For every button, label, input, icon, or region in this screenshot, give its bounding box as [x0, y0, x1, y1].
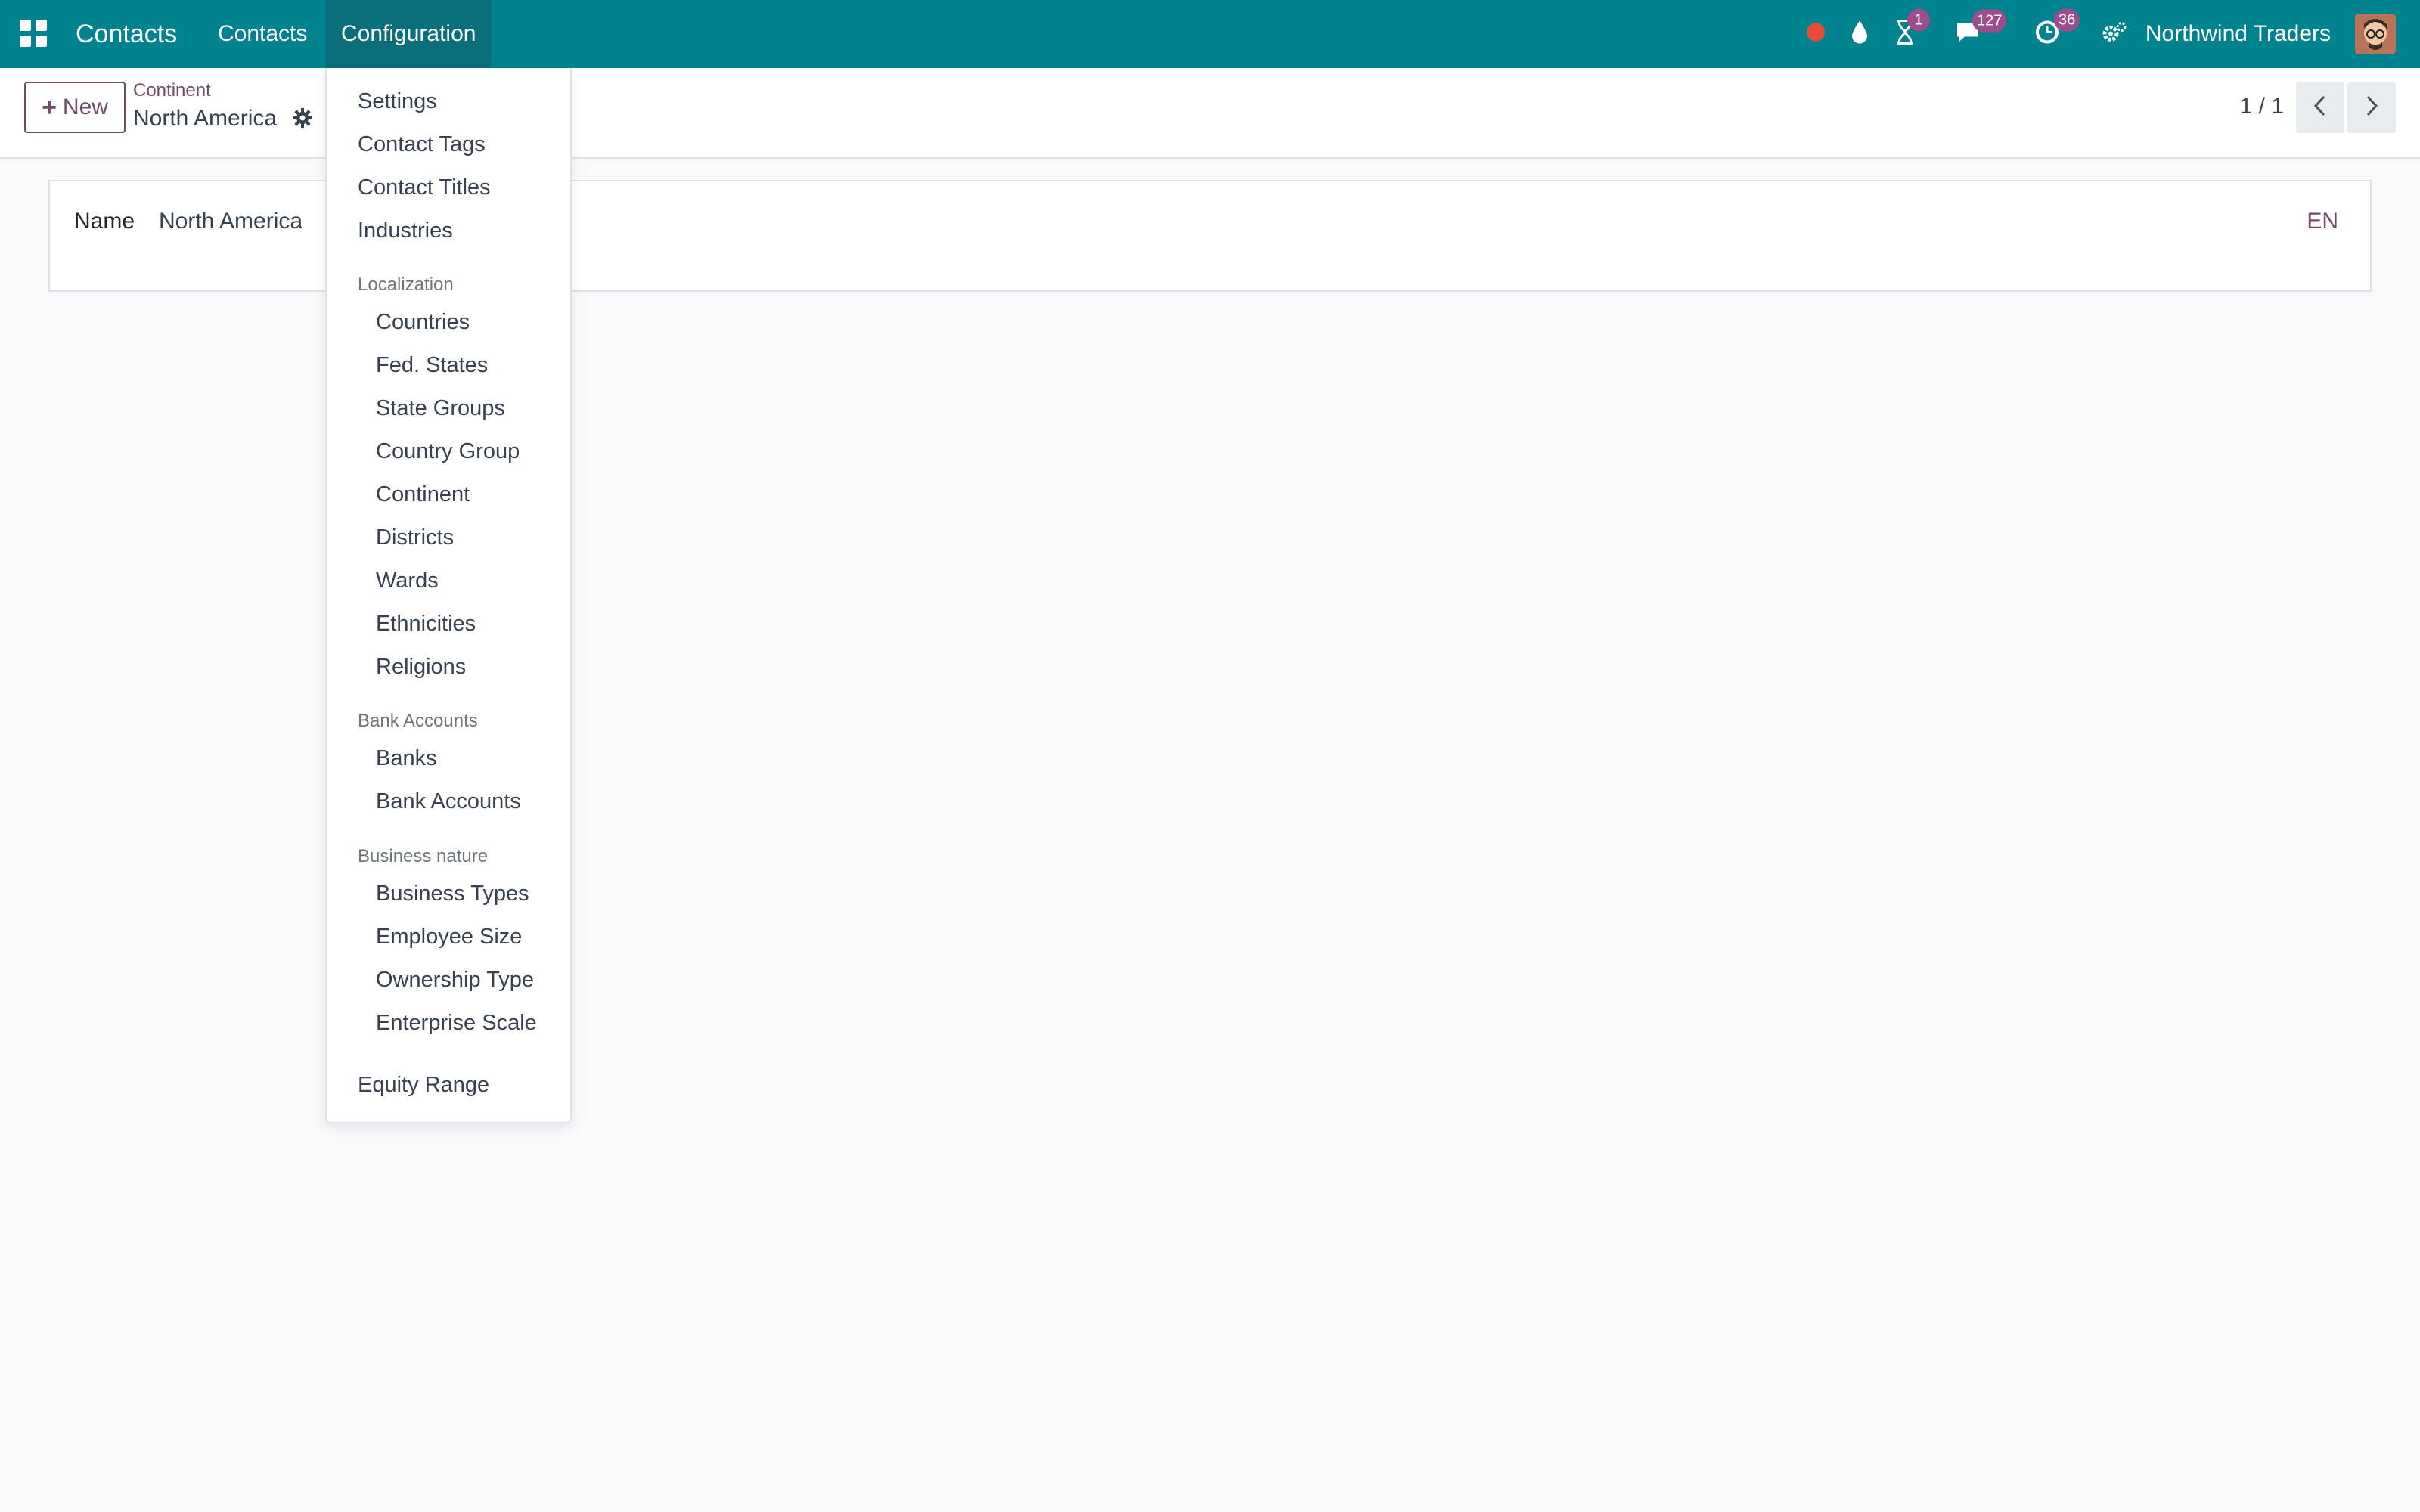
menu-header-localization: Localization [358, 274, 454, 295]
new-button-label: New [62, 94, 108, 119]
name-field[interactable]: North America [159, 209, 302, 234]
breadcrumb-current: North America [133, 106, 278, 131]
name-field-label: Name [74, 209, 135, 234]
menu-item-enterprise-scale[interactable]: Enterprise Scale [376, 1011, 537, 1036]
pager-next-button[interactable] [2347, 82, 2396, 133]
menu-contacts[interactable]: Contacts [203, 0, 322, 68]
menu-item-country-group[interactable]: Country Group [376, 439, 520, 464]
menu-item-ethnicities[interactable]: Ethnicities [376, 612, 476, 637]
activity-badge: 1 [1907, 8, 1930, 32]
menu-item-state-groups[interactable]: State Groups [376, 396, 505, 421]
company-switcher[interactable]: Northwind Traders [2145, 0, 2331, 68]
pager-value[interactable]: 1 / 1 [2240, 94, 2284, 119]
clock-icon[interactable]: 36 [2034, 8, 2080, 49]
menu-item-settings[interactable]: Settings [358, 89, 437, 114]
apps-grid-icon[interactable] [20, 20, 47, 47]
chat-icon[interactable]: 127 [1954, 9, 2007, 48]
top-navbar: Contacts Contacts Configuration 1 127 36… [0, 0, 2420, 68]
menu-item-wards[interactable]: Wards [376, 569, 439, 593]
drop-icon[interactable] [1850, 20, 1869, 49]
menu-item-equity-range[interactable]: Equity Range [358, 1073, 489, 1098]
settings-gear-icon[interactable] [2101, 20, 2128, 48]
menu-item-religions[interactable]: Religions [376, 655, 466, 680]
menu-item-countries[interactable]: Countries [376, 310, 470, 335]
new-button[interactable]: + New [24, 82, 126, 133]
menu-item-districts[interactable]: Districts [376, 525, 454, 550]
menu-item-continent[interactable]: Continent [376, 482, 470, 507]
menu-header-bank-accounts: Bank Accounts [358, 711, 478, 731]
menu-configuration[interactable]: Configuration [326, 0, 492, 68]
app-brand[interactable]: Contacts [76, 0, 177, 68]
breadcrumb-parent[interactable]: Continent [133, 80, 211, 101]
menu-item-contact-titles[interactable]: Contact Titles [358, 175, 491, 200]
menu-item-fed-states[interactable]: Fed. States [376, 353, 488, 378]
pager-previous-button[interactable] [2296, 82, 2344, 133]
language-button[interactable]: EN [2307, 209, 2338, 234]
hourglass-icon[interactable]: 1 [1895, 8, 1930, 49]
configuration-dropdown: Settings Contact Tags Contact Titles Ind… [325, 68, 572, 1123]
plus-icon: + [42, 93, 57, 122]
menu-item-business-types[interactable]: Business Types [376, 881, 529, 906]
chevron-left-icon [2313, 94, 2328, 121]
menu-item-industries[interactable]: Industries [358, 218, 453, 243]
menu-item-contact-tags[interactable]: Contact Tags [358, 132, 486, 157]
chevron-right-icon [2364, 94, 2379, 121]
menu-item-banks[interactable]: Banks [376, 746, 437, 771]
menu-item-employee-size[interactable]: Employee Size [376, 925, 522, 950]
user-avatar[interactable] [2355, 14, 2396, 54]
menu-header-business-nature: Business nature [358, 846, 489, 866]
messages-badge: 127 [1972, 9, 2007, 33]
clock-badge: 36 [2054, 8, 2080, 32]
menu-item-ownership-type[interactable]: Ownership Type [376, 968, 534, 993]
gear-icon[interactable] [292, 107, 313, 132]
record-dot-icon[interactable] [1805, 22, 1826, 47]
menu-item-bank-accounts[interactable]: Bank Accounts [376, 789, 521, 814]
